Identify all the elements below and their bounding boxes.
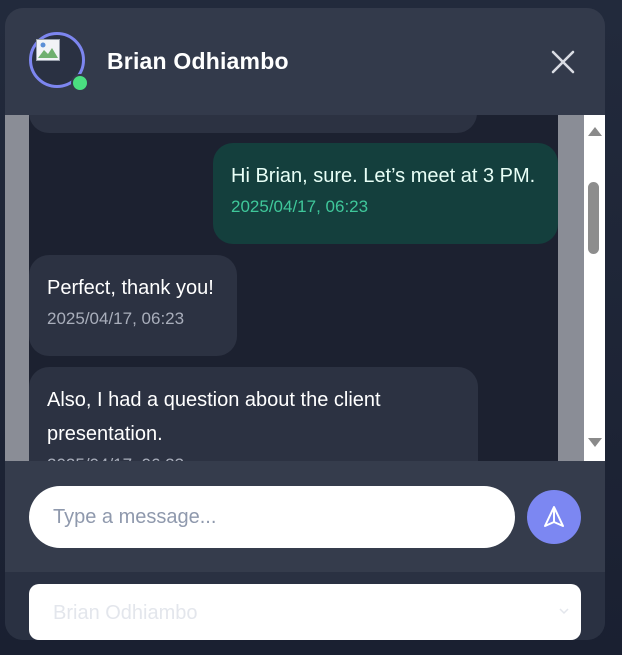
scroll-up-arrow-icon[interactable] [588, 127, 602, 136]
send-icon [544, 506, 564, 527]
contact-select[interactable]: Brian Odhiambo [29, 584, 581, 640]
contact-select-value: Brian Odhiambo [53, 602, 198, 624]
message-list-gutter-left [5, 115, 29, 461]
chat-window: Brian Odhiambo Hi Brian, sure. Let’s mee… [5, 8, 605, 640]
send-button[interactable] [527, 490, 581, 544]
message-bubble-incoming: Also, I had a question about the client … [29, 367, 478, 461]
composer-bar [5, 461, 605, 572]
broken-image-icon [36, 39, 60, 61]
online-status-dot [71, 74, 89, 92]
message-timestamp: 2025/04/17, 06:23 [47, 453, 460, 461]
message-list: Hi Brian, sure. Let’s meet at 3 PM. 2025… [5, 115, 605, 461]
chevron-down-icon [559, 608, 569, 615]
footer: Brian Odhiambo [5, 572, 605, 640]
message-timestamp: 2025/04/17, 06:23 [231, 197, 369, 216]
chat-header: Brian Odhiambo [5, 8, 605, 115]
message-bubble-incoming: Perfect, thank you! 2025/04/17, 06:23 [29, 255, 237, 356]
message-bubble-incoming [29, 115, 477, 133]
scrollbar-thumb[interactable] [588, 182, 599, 254]
contact-name: Brian Odhiambo [107, 48, 289, 74]
close-button[interactable] [547, 46, 579, 78]
message-text: Perfect, thank you! [47, 277, 214, 299]
scroll-down-arrow-icon[interactable] [588, 438, 602, 447]
message-bubble-outgoing: Hi Brian, sure. Let’s meet at 3 PM. 2025… [213, 143, 558, 244]
message-timestamp: 2025/04/17, 06:23 [47, 309, 185, 328]
message-list-scrollbar[interactable] [584, 115, 605, 461]
message-input[interactable] [29, 486, 515, 548]
close-icon [551, 50, 575, 74]
message-list-gutter-right [558, 115, 584, 461]
message-text: Also, I had a question about the client … [47, 389, 381, 445]
message-text: Hi Brian, sure. Let’s meet at 3 PM. [231, 165, 536, 187]
